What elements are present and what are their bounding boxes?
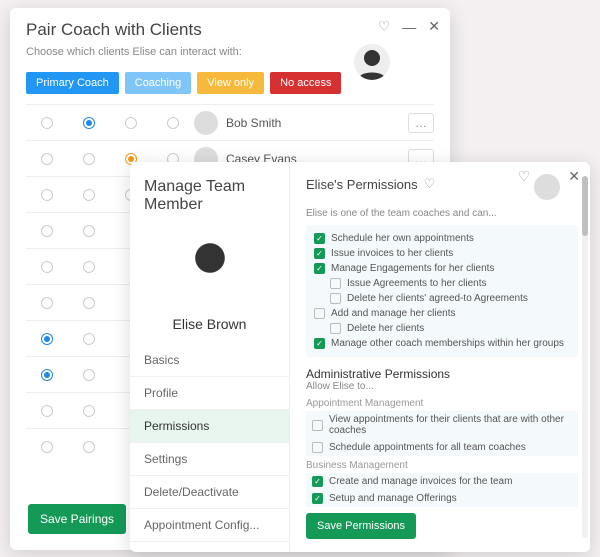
radio-view[interactable] <box>125 117 137 129</box>
checkbox[interactable] <box>314 338 325 349</box>
perm-label: Manage Engagements for her clients <box>331 263 494 274</box>
radio-coaching[interactable] <box>83 153 95 165</box>
nav-profile[interactable]: Profile <box>130 377 289 410</box>
radio-primary[interactable] <box>41 405 53 417</box>
coach-permissions-list: Schedule her own appointments Issue invo… <box>306 225 578 357</box>
client-avatar <box>194 111 218 135</box>
perm-label: Issue Agreements to her clients <box>347 278 487 289</box>
nav-basics[interactable]: Basics <box>130 344 289 377</box>
perm-label: Delete her clients' agreed-to Agreements <box>347 293 528 304</box>
member-name: Elise Brown <box>130 316 289 332</box>
radio-coaching[interactable] <box>83 333 95 345</box>
radio-primary[interactable] <box>41 441 53 453</box>
perm-label: Add and manage her clients <box>331 308 456 319</box>
tag-view-only[interactable]: View only <box>197 72 264 94</box>
admin-permissions-list: Appointment Management View appointments… <box>306 398 578 507</box>
pair-title: Pair Coach with Clients <box>26 20 434 40</box>
tag-no-access[interactable]: No access <box>270 72 341 94</box>
manage-content: ♡ — ✕ Elise's Permissions♡ Elise is one … <box>290 162 590 552</box>
perm-label: View appointments for their clients that… <box>329 414 572 436</box>
radio-primary[interactable] <box>41 117 53 129</box>
checkbox[interactable] <box>312 442 323 453</box>
checkbox[interactable] <box>312 476 323 487</box>
radio-coaching[interactable] <box>83 405 95 417</box>
radio-coaching[interactable] <box>83 369 95 381</box>
checkbox[interactable] <box>314 248 325 259</box>
checkbox[interactable] <box>330 293 341 304</box>
perm-label: Setup and manage Offerings <box>329 493 457 504</box>
perm-label: Delete her clients <box>347 323 424 334</box>
checkbox[interactable] <box>312 493 323 504</box>
scrollbar-thumb[interactable] <box>582 176 588 236</box>
member-avatar-small <box>534 174 560 200</box>
perm-label: Manage other coach memberships within he… <box>331 338 564 349</box>
group-appointment-mgmt: Appointment Management <box>306 398 578 409</box>
perm-label: Schedule appointments for all team coach… <box>329 442 526 453</box>
save-pairings-button[interactable]: Save Pairings <box>28 504 126 534</box>
more-button[interactable]: … <box>408 113 434 133</box>
save-permissions-button[interactable]: Save Permissions <box>306 513 416 539</box>
hint-icon[interactable]: ♡ <box>378 18 391 35</box>
manage-title: Manage Team Member <box>130 172 289 220</box>
radio-primary[interactable] <box>41 225 53 237</box>
radio-coaching[interactable] <box>83 441 95 453</box>
manage-member-dialog: Manage Team Member Elise Brown Basics Pr… <box>130 162 590 552</box>
radio-primary[interactable] <box>41 369 53 381</box>
radio-coaching[interactable] <box>83 297 95 309</box>
perm-label: Issue invoices to her clients <box>331 248 453 259</box>
radio-primary[interactable] <box>41 333 53 345</box>
hint-icon[interactable]: ♡ <box>424 176 436 192</box>
tag-coaching[interactable]: Coaching <box>125 72 191 94</box>
admin-permissions-subtitle: Allow Elise to... <box>306 381 578 392</box>
member-avatar <box>170 230 250 310</box>
checkbox[interactable] <box>330 323 341 334</box>
checkbox[interactable] <box>314 233 325 244</box>
checkbox[interactable] <box>312 420 323 431</box>
radio-none[interactable] <box>167 117 179 129</box>
table-row: Bob Smith … <box>26 104 434 140</box>
manage-sidebar: Manage Team Member Elise Brown Basics Pr… <box>130 162 290 552</box>
checkbox[interactable] <box>314 263 325 274</box>
radio-primary[interactable] <box>41 153 53 165</box>
permissions-section-title: Elise's Permissions <box>306 177 418 192</box>
radio-coaching[interactable] <box>83 117 95 129</box>
perm-label: Create and manage invoices for the team <box>329 476 512 487</box>
minimize-button[interactable]: — <box>402 19 416 35</box>
checkbox[interactable] <box>330 278 341 289</box>
client-name: Bob Smith <box>226 116 281 130</box>
permissions-subtitle: Elise is one of the team coaches and can… <box>306 208 578 219</box>
perm-label: Schedule her own appointments <box>331 233 474 244</box>
nav-permissions[interactable]: Permissions <box>130 410 289 443</box>
nav-appointment-config[interactable]: Appointment Config... <box>130 509 289 542</box>
nav-settings[interactable]: Settings <box>130 443 289 476</box>
radio-coaching[interactable] <box>83 225 95 237</box>
radio-primary[interactable] <box>41 261 53 273</box>
radio-coaching[interactable] <box>83 261 95 273</box>
nav-delete[interactable]: Delete/Deactivate <box>130 476 289 509</box>
radio-coaching[interactable] <box>83 189 95 201</box>
coach-avatar <box>354 44 390 80</box>
close-button[interactable]: ✕ <box>568 168 580 185</box>
group-business-mgmt: Business Management <box>306 460 578 471</box>
radio-primary[interactable] <box>41 189 53 201</box>
radio-primary[interactable] <box>41 297 53 309</box>
checkbox[interactable] <box>314 308 325 319</box>
close-button[interactable]: ✕ <box>428 18 440 35</box>
admin-permissions-title: Administrative Permissions <box>306 367 578 381</box>
hint-icon[interactable]: ♡ <box>518 168 531 185</box>
tag-primary-coach[interactable]: Primary Coach <box>26 72 119 94</box>
